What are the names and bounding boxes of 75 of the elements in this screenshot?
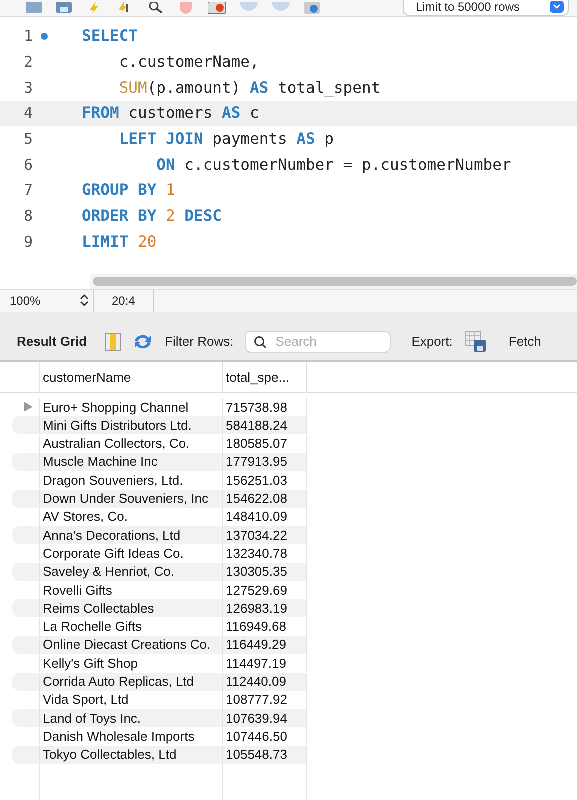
row-header[interactable] <box>12 452 40 471</box>
row-header[interactable] <box>12 709 40 728</box>
table-cell: Saveley & Henriot, Co. <box>40 562 223 581</box>
table-cell: Dragon Souveniers, Ltd. <box>40 471 223 490</box>
row-header[interactable] <box>12 490 40 508</box>
export-label: Export: <box>412 334 453 350</box>
code-line: c.customerName, <box>118 53 260 72</box>
row-header[interactable] <box>12 562 40 581</box>
fetch-label[interactable]: Fetch <box>508 334 542 350</box>
code-line: SUM(p.amount) AS total_spent <box>118 78 381 97</box>
table-cell: 105548.73 <box>223 746 307 764</box>
table-cell: 156251.03 <box>223 471 307 490</box>
table-cell: Muscle Machine Inc <box>40 452 223 471</box>
code-line: ORDER BY 2 DESC <box>81 207 222 226</box>
columns-icon[interactable] <box>105 332 122 351</box>
line-number: 8 <box>24 207 33 226</box>
code-line: LEFT JOIN payments AS p <box>118 130 334 148</box>
row-header[interactable] <box>12 672 40 691</box>
code-line: FROM customers AS c <box>81 104 260 122</box>
line-number: 6 <box>24 156 33 174</box>
refresh-icon[interactable] <box>133 332 154 351</box>
table-cell: 584188.24 <box>223 416 307 434</box>
line-number: 2 <box>24 53 33 72</box>
chevron-down-icon <box>550 0 564 13</box>
column-header[interactable]: total_spe... <box>223 362 307 392</box>
result-grid-title: Result Grid <box>17 334 88 350</box>
line-number: 1 <box>24 27 33 46</box>
table-cell: 116449.29 <box>223 636 307 654</box>
line-number: 9 <box>24 232 33 251</box>
horizontal-scrollbar[interactable] <box>90 274 577 290</box>
line-number: 5 <box>24 130 33 148</box>
limit-select[interactable]: Limit to 50000 rows <box>402 0 569 16</box>
line-number: 4 <box>24 104 33 122</box>
table-cell: 132340.78 <box>223 544 307 562</box>
table-cell: Online Diecast Creations Co. <box>40 636 223 654</box>
code-line: GROUP BY 1 <box>81 181 176 200</box>
table-cell: Mini Gifts Distributors Ltd. <box>40 416 223 434</box>
filter-rows-label: Filter Rows: <box>165 334 234 350</box>
line-number: 3 <box>24 78 33 97</box>
code-line: SELECT <box>81 27 138 46</box>
table-cell: Down Under Souveniers, Inc <box>40 490 223 508</box>
table-cell: Tokyo Collectables, Ltd <box>40 746 223 764</box>
table-cell: 114497.19 <box>223 654 307 672</box>
row-header[interactable] <box>12 746 40 764</box>
search-field[interactable]: Search <box>246 332 390 352</box>
reconnect-icon[interactable] <box>208 2 226 14</box>
table-cell: Corporate Gift Ideas Co. <box>40 544 223 562</box>
code-line: LIMIT 20 <box>81 232 157 251</box>
table-cell: Kelly's Gift Shop <box>40 654 223 672</box>
row-header[interactable] <box>12 526 40 544</box>
autocommit-icon[interactable] <box>304 2 320 14</box>
table-cell: 137034.22 <box>223 526 307 544</box>
row-header[interactable] <box>12 416 40 434</box>
column-header[interactable]: customerName <box>40 362 223 392</box>
export-icon[interactable] <box>464 330 487 353</box>
line-number: 7 <box>24 181 33 200</box>
row-header[interactable] <box>12 636 40 654</box>
code-line: ON c.customerNumber = p.customerNumber <box>156 156 512 174</box>
row-header[interactable] <box>12 599 40 618</box>
table-cell: Anna's Decorations, Ltd <box>40 526 223 544</box>
current-row-icon <box>24 402 33 412</box>
table-cell: Corrida Auto Replicas, Ltd <box>40 672 223 691</box>
table-cell: 126983.19 <box>223 599 307 618</box>
save-icon[interactable] <box>56 2 72 14</box>
table-cell: 107639.94 <box>223 709 307 728</box>
table-cell: 107446.50 <box>223 727 307 746</box>
table-cell: Land of Toys Inc. <box>40 709 223 728</box>
table-cell: 177913.95 <box>223 452 307 471</box>
stepper-icon[interactable] <box>80 294 89 308</box>
new-tab-icon[interactable] <box>26 2 42 14</box>
table-cell: Reims Collectables <box>40 599 223 618</box>
table-cell: 130305.35 <box>223 562 307 581</box>
table-cell: Danish Wholesale Imports <box>40 727 223 746</box>
table-cell: 154622.08 <box>223 490 307 508</box>
table-cell: 112440.09 <box>223 672 307 691</box>
